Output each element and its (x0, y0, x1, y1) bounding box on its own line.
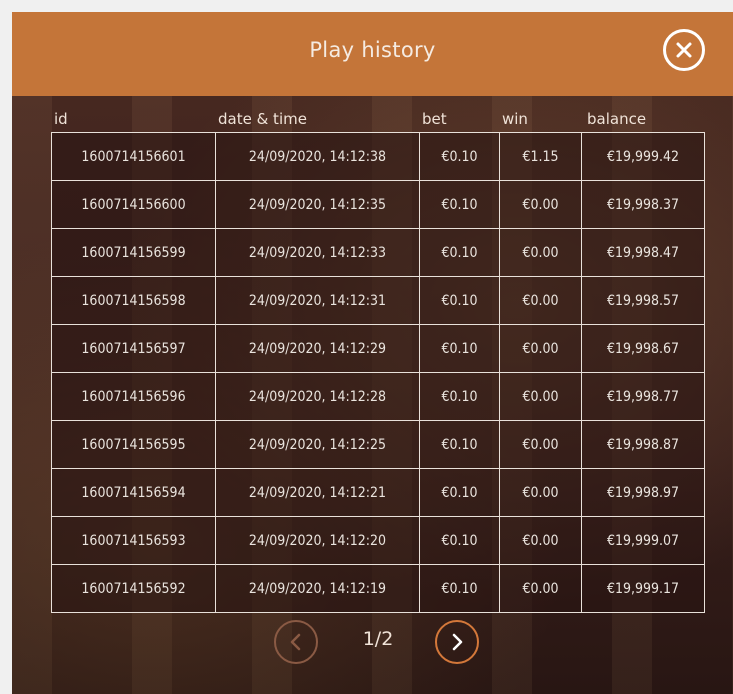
cell-datetime: 24/09/2020, 14:12:28 (215, 372, 420, 421)
cell-balance: €19,999.07 (581, 516, 705, 565)
play-history-table: 1600714156601 24/09/2020, 14:12:38 €0.10… (51, 132, 705, 613)
cell-id: 1600714156593 (51, 516, 216, 565)
cell-id: 1600714156599 (51, 228, 216, 277)
cell-id: 1600714156597 (51, 324, 216, 373)
cell-bet: €0.10 (419, 132, 500, 181)
cell-balance: €19,998.67 (581, 324, 705, 373)
cell-win: €0.00 (499, 324, 582, 373)
previous-page-button[interactable] (274, 620, 318, 664)
cell-win: €0.00 (499, 276, 582, 325)
cell-bet: €0.10 (419, 564, 500, 613)
cell-bet: €0.10 (419, 468, 500, 517)
cell-datetime: 24/09/2020, 14:12:20 (215, 516, 420, 565)
table-row: 1600714156598 24/09/2020, 14:12:31 €0.10… (51, 276, 705, 325)
cell-datetime: 24/09/2020, 14:12:21 (215, 468, 420, 517)
cell-balance: €19,998.47 (581, 228, 705, 277)
column-header-datetime: date & time (218, 110, 307, 128)
close-button[interactable] (663, 29, 705, 71)
cell-balance: €19,999.42 (581, 132, 705, 181)
table-row: 1600714156599 24/09/2020, 14:12:33 €0.10… (51, 228, 705, 277)
cell-datetime: 24/09/2020, 14:12:31 (215, 276, 420, 325)
cell-id: 1600714156595 (51, 420, 216, 469)
table-row: 1600714156597 24/09/2020, 14:12:29 €0.10… (51, 324, 705, 373)
next-page-button[interactable] (435, 620, 479, 664)
cell-balance: €19,998.37 (581, 180, 705, 229)
column-header-win: win (502, 110, 528, 128)
cell-win: €0.00 (499, 180, 582, 229)
cell-datetime: 24/09/2020, 14:12:25 (215, 420, 420, 469)
cell-balance: €19,998.77 (581, 372, 705, 421)
cell-datetime: 24/09/2020, 14:12:35 (215, 180, 420, 229)
cell-balance: €19,998.97 (581, 468, 705, 517)
table-row: 1600714156593 24/09/2020, 14:12:20 €0.10… (51, 516, 705, 565)
cell-id: 1600714156592 (51, 564, 216, 613)
column-header-id: id (54, 110, 68, 128)
cell-win: €0.00 (499, 420, 582, 469)
table-row: 1600714156600 24/09/2020, 14:12:35 €0.10… (51, 180, 705, 229)
cell-datetime: 24/09/2020, 14:12:19 (215, 564, 420, 613)
cell-balance: €19,998.57 (581, 276, 705, 325)
column-header-balance: balance (587, 110, 647, 128)
cell-bet: €0.10 (419, 324, 500, 373)
cell-win: €1.15 (499, 132, 582, 181)
table-row: 1600714156596 24/09/2020, 14:12:28 €0.10… (51, 372, 705, 421)
dialog-title: Play history (309, 38, 436, 62)
column-header-bet: bet (422, 110, 447, 128)
cell-datetime: 24/09/2020, 14:12:38 (215, 132, 420, 181)
cell-balance: €19,998.87 (581, 420, 705, 469)
cell-balance: €19,999.17 (581, 564, 705, 613)
cell-win: €0.00 (499, 468, 582, 517)
cell-datetime: 24/09/2020, 14:12:29 (215, 324, 420, 373)
table-row: 1600714156595 24/09/2020, 14:12:25 €0.10… (51, 420, 705, 469)
table-row: 1600714156594 24/09/2020, 14:12:21 €0.10… (51, 468, 705, 517)
cell-bet: €0.10 (419, 276, 500, 325)
cell-bet: €0.10 (419, 372, 500, 421)
cell-win: €0.00 (499, 228, 582, 277)
cell-win: €0.00 (499, 372, 582, 421)
cell-id: 1600714156594 (51, 468, 216, 517)
cell-win: €0.00 (499, 564, 582, 613)
chevron-right-icon (452, 633, 463, 651)
cell-win: €0.00 (499, 516, 582, 565)
table-row: 1600714156601 24/09/2020, 14:12:38 €0.10… (51, 132, 705, 181)
cell-bet: €0.10 (419, 420, 500, 469)
cell-datetime: 24/09/2020, 14:12:33 (215, 228, 420, 277)
dialog-header: Play history (12, 12, 733, 96)
cell-id: 1600714156601 (51, 132, 216, 181)
cell-bet: €0.10 (419, 228, 500, 277)
play-history-dialog: Play history id date & time bet win bala… (12, 12, 733, 694)
chevron-left-icon (290, 633, 301, 651)
table-row: 1600714156592 24/09/2020, 14:12:19 €0.10… (51, 564, 705, 613)
cell-id: 1600714156600 (51, 180, 216, 229)
cell-bet: €0.10 (419, 180, 500, 229)
page-indicator: 1/2 (362, 628, 394, 650)
cell-id: 1600714156596 (51, 372, 216, 421)
cell-id: 1600714156598 (51, 276, 216, 325)
cell-bet: €0.10 (419, 516, 500, 565)
close-icon (676, 42, 692, 58)
